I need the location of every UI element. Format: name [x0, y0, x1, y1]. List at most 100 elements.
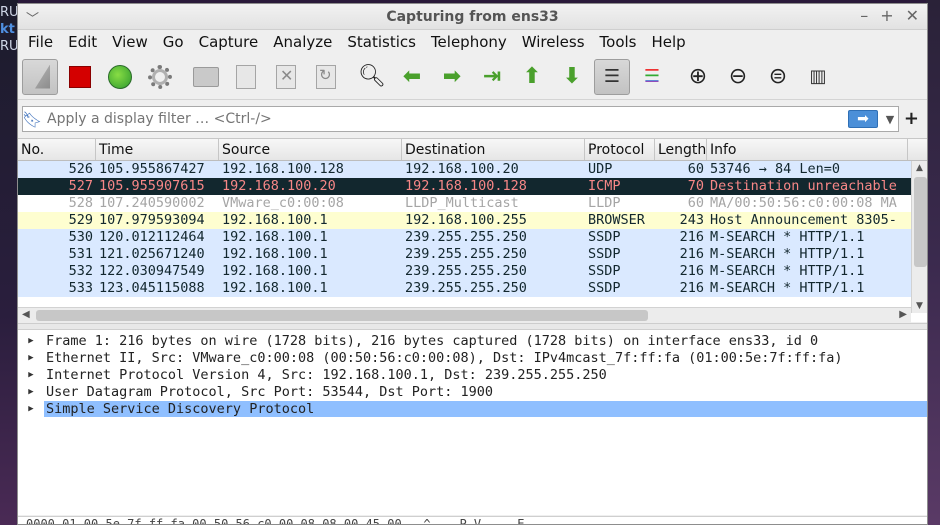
menu-go[interactable]: Go — [163, 33, 184, 51]
menu-telephony[interactable]: Telephony — [431, 33, 507, 51]
maximize-button[interactable]: + — [880, 6, 893, 25]
filter-dropdown-button[interactable]: ▼ — [882, 113, 898, 126]
column-header-destination[interactable]: Destination — [402, 139, 585, 160]
stop-icon — [69, 65, 91, 88]
menu-file[interactable]: File — [28, 33, 53, 51]
column-header-source[interactable]: Source — [219, 139, 402, 160]
packet-row[interactable]: 533 123.045115088 192.168.100.1 239.255.255… — [18, 280, 927, 297]
packet-row[interactable]: 527 105.955907615 192.168.100.20 192.168.10… — [18, 178, 927, 195]
find-packet-button[interactable]: 🔍︎ — [354, 59, 390, 95]
packet-list: 526 105.955867427 192.168.100.128 192.168.1… — [18, 161, 927, 297]
display-filter-bar: 🔖︎ ➡ ▼ — [22, 106, 899, 132]
bookmark-icon[interactable]: 🔖︎ — [22, 106, 42, 132]
packet-source: 192.168.100.128 — [222, 161, 344, 177]
detail-tree-item[interactable]: ▶ Ethernet II, Src: VMware_c0:00:08 (00:5… — [18, 349, 927, 366]
packet-destination: 239.255.255.250 — [405, 263, 527, 279]
packet-time: 105.955907615 — [99, 178, 205, 194]
scrollbar-thumb[interactable] — [914, 177, 927, 267]
packet-time: 121.025671240 — [99, 246, 205, 262]
column-header-info[interactable]: Info — [707, 139, 908, 160]
packet-info: M-SEARCH * HTTP/1.1 — [710, 280, 865, 296]
stop-capture-button[interactable] — [62, 59, 98, 95]
go-to-packet-button[interactable]: ⇥ — [474, 59, 510, 95]
reload-file-button[interactable]: ↻ — [308, 59, 344, 95]
column-header-time[interactable]: Time — [96, 139, 219, 160]
column-header-length[interactable]: Length — [655, 139, 707, 160]
packet-info: M-SEARCH * HTTP/1.1 — [710, 229, 865, 245]
go-back-button[interactable]: ⬅ — [394, 59, 430, 95]
add-filter-button[interactable]: + — [904, 108, 919, 129]
menu-statistics[interactable]: Statistics — [347, 33, 416, 51]
packet-source: VMware_c0:00:08 — [222, 195, 344, 211]
colorize-button[interactable]: ☰ — [634, 59, 670, 95]
window-menu-icon[interactable]: ﹀ — [26, 8, 39, 27]
packet-list-vertical-scrollbar[interactable]: ▲ ▼ — [911, 161, 927, 313]
packet-source: 192.168.100.1 — [222, 246, 328, 262]
minimize-button[interactable]: – — [860, 6, 868, 25]
scroll-up-icon[interactable]: ▲ — [916, 163, 923, 173]
packet-row[interactable]: 529 107.979593094 192.168.100.1 192.168.100… — [18, 212, 927, 229]
detail-tree-item[interactable]: ▶ Simple Service Discovery Protocol — [18, 400, 927, 417]
packet-length: 216 — [679, 280, 704, 296]
normal-size-button[interactable]: ⊜ — [760, 59, 796, 95]
packet-time: 122.030947549 — [99, 263, 205, 279]
column-header-protocol[interactable]: Protocol — [585, 139, 655, 160]
start-capture-button[interactable] — [22, 58, 58, 95]
column-header-no[interactable]: No. — [18, 139, 96, 160]
expand-arrow-icon[interactable]: ▶ — [18, 387, 44, 397]
gear-icon — [148, 64, 172, 89]
scroll-left-icon[interactable]: ◀ — [22, 309, 30, 320]
expand-arrow-icon[interactable]: ▶ — [18, 404, 44, 414]
packet-row[interactable]: 530 120.012112464 192.168.100.1 239.255.255… — [18, 229, 927, 246]
menu-tools[interactable]: Tools — [600, 33, 637, 51]
zoom-in-button[interactable]: ⊕ — [680, 59, 716, 95]
packet-protocol: BROWSER — [588, 212, 645, 228]
resize-columns-button[interactable]: ▥ — [800, 59, 836, 95]
save-file-button[interactable] — [228, 59, 264, 95]
desktop-background-right — [926, 0, 940, 525]
desktop-background-left: RU kt RU — [0, 0, 19, 525]
scroll-down-icon[interactable]: ▼ — [916, 301, 923, 311]
resize-columns-icon: ▥ — [809, 66, 827, 87]
packet-no: 526 — [68, 161, 93, 177]
detail-tree-item[interactable]: ▶ Internet Protocol Version 4, Src: 192.1… — [18, 366, 927, 383]
expand-arrow-icon[interactable]: ▶ — [18, 353, 44, 363]
menu-view[interactable]: View — [112, 33, 148, 51]
packet-info: M-SEARCH * HTTP/1.1 — [710, 263, 865, 279]
go-forward-button[interactable]: ➡ — [434, 59, 470, 95]
detail-tree-item[interactable]: ▶ User Datagram Protocol, Src Port: 53544… — [18, 383, 927, 400]
menu-wireless[interactable]: Wireless — [522, 33, 585, 51]
close-file-button[interactable]: ✕ — [268, 59, 304, 95]
open-file-button[interactable] — [188, 59, 224, 95]
packet-row[interactable]: 531 121.025671240 192.168.100.1 239.255.255… — [18, 246, 927, 263]
scroll-right-icon[interactable]: ▶ — [899, 309, 907, 320]
packet-row[interactable]: 528 107.240590002 VMware_c0:00:08 LLDP_Mult… — [18, 195, 927, 212]
display-filter-input[interactable] — [41, 108, 848, 130]
packet-row[interactable]: 526 105.955867427 192.168.100.128 192.168.1… — [18, 161, 927, 178]
zoom-reset-icon: ⊜ — [768, 64, 788, 89]
capture-options-button[interactable] — [142, 59, 178, 95]
packet-source: 192.168.100.1 — [222, 263, 328, 279]
apply-filter-button[interactable]: ➡ — [848, 110, 878, 128]
go-first-packet-button[interactable]: ⬆ — [514, 59, 550, 95]
menu-capture[interactable]: Capture — [199, 33, 259, 51]
scrollbar-thumb[interactable] — [36, 310, 648, 321]
expand-arrow-icon[interactable]: ▶ — [18, 370, 44, 380]
main-toolbar: ✕ ↻ 🔍︎ ⬅ ➡ ⇥ ⬆ ⬇ ☰ ☰ ⊕ ⊖ ⊜ ▥ — [18, 54, 927, 100]
detail-tree-item[interactable]: ▶ Frame 1: 216 bytes on wire (1728 bits),… — [18, 332, 927, 349]
menu-help[interactable]: Help — [651, 33, 685, 51]
arrow-down-icon: ⬇ — [562, 64, 582, 89]
menu-edit[interactable]: Edit — [68, 33, 97, 51]
zoom-out-button[interactable]: ⊖ — [720, 59, 756, 95]
restart-capture-button[interactable] — [102, 59, 138, 95]
packet-destination: 192.168.100.20 — [405, 161, 519, 177]
close-button[interactable]: ✕ — [906, 6, 919, 25]
go-last-packet-button[interactable]: ⬇ — [554, 59, 590, 95]
packet-row[interactable]: 532 122.030947549 192.168.100.1 239.255.255… — [18, 263, 927, 280]
packet-length: 60 — [687, 161, 704, 177]
packet-list-horizontal-scrollbar[interactable]: ◀ ▶ — [18, 307, 911, 323]
auto-scroll-button[interactable]: ☰ — [594, 58, 630, 95]
menu-analyze[interactable]: Analyze — [273, 33, 332, 51]
expand-arrow-icon[interactable]: ▶ — [18, 336, 44, 346]
title-bar[interactable]: ﹀ Capturing from ens33 – + ✕ — [18, 4, 927, 30]
